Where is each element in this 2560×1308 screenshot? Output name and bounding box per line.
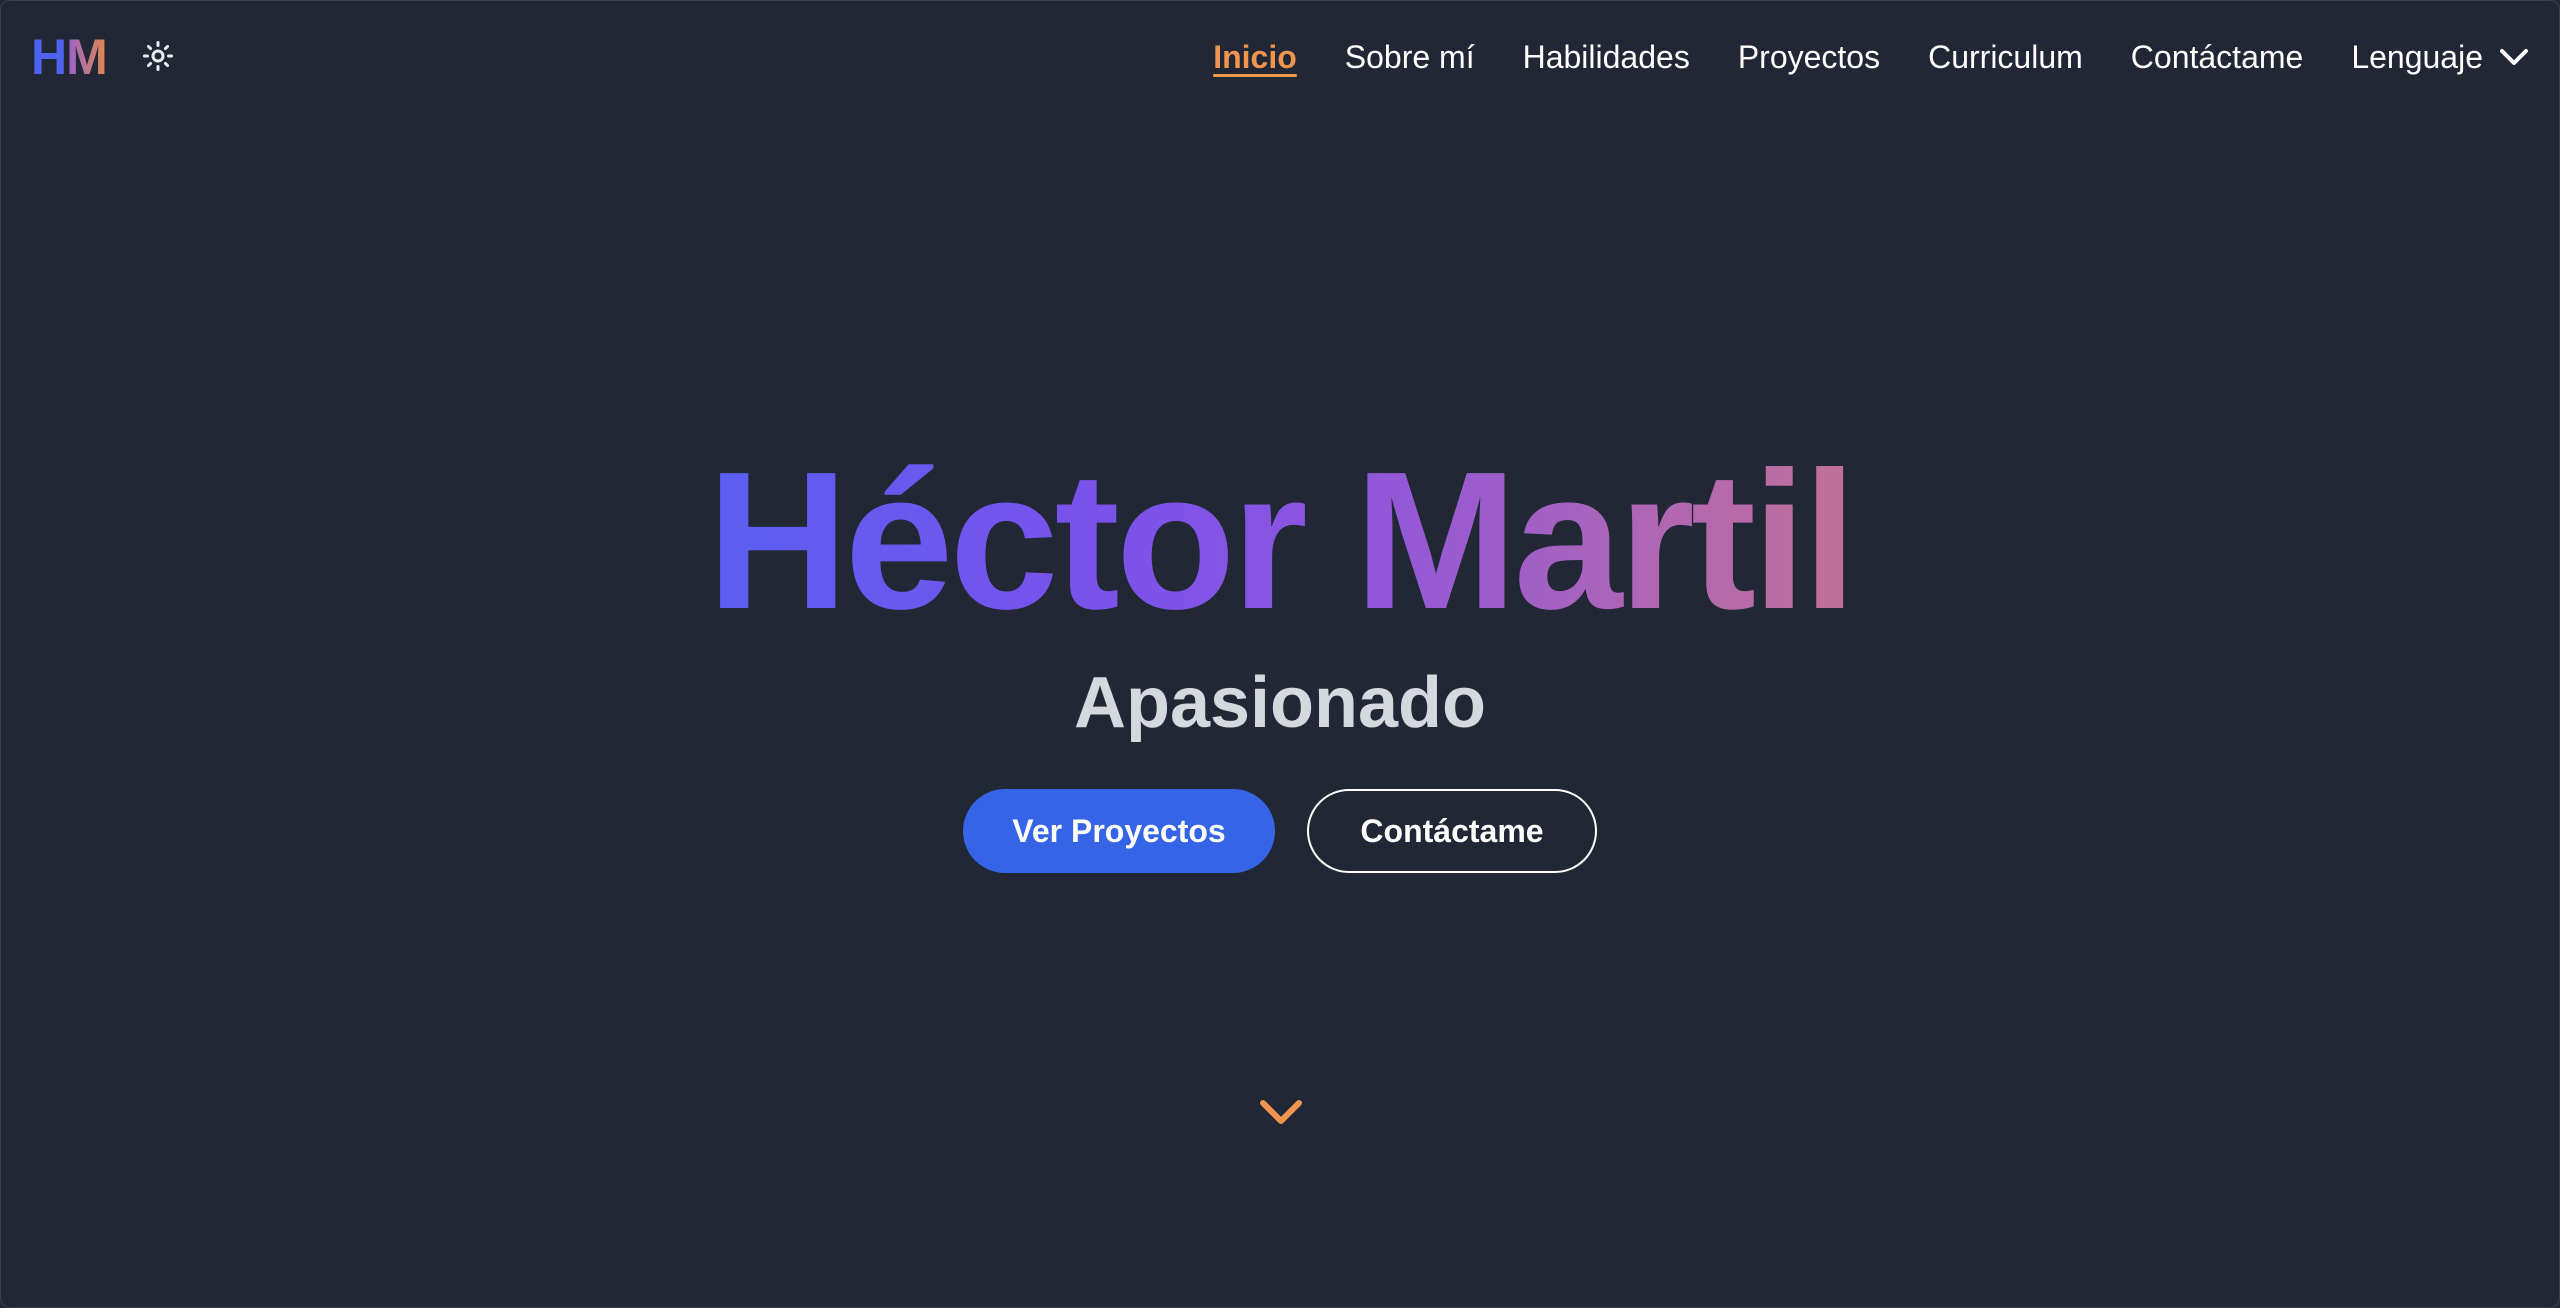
hero-name: Héctor Martil: [1, 431, 2559, 651]
page-frame: HM Inicio Sobre mí Habilidades Proyectos…: [0, 0, 2560, 1308]
hero-buttons: Ver Proyectos Contáctame: [1, 789, 2559, 873]
hero-section: Héctor Martil Apasionado Ver Proyectos C…: [1, 1, 2559, 1307]
hero-subtitle: Apasionado: [1073, 663, 1487, 743]
chevron-down-icon[interactable]: [1257, 1097, 1305, 1129]
view-projects-button[interactable]: Ver Proyectos: [963, 789, 1275, 873]
contact-button[interactable]: Contáctame: [1307, 789, 1597, 873]
hero-name-text: Héctor Martil: [706, 431, 1857, 650]
